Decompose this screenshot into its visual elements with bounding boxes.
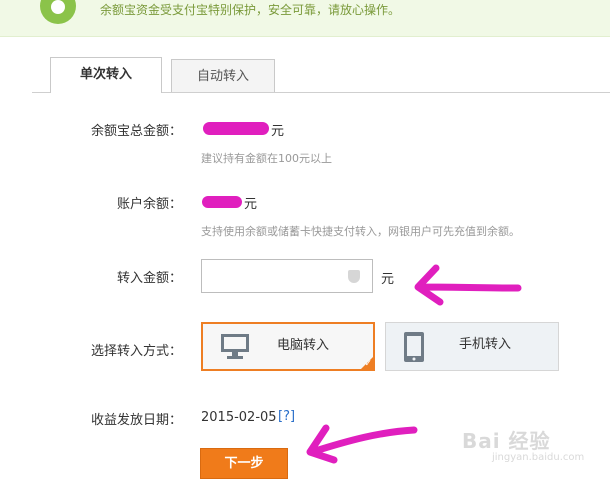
watermark-url: jingyan.baidu.com <box>492 452 585 463</box>
watermark-logo: Bai 经验 <box>462 429 551 453</box>
arrow-annotation-amount <box>414 264 522 306</box>
tab-single-transfer[interactable]: 单次转入 <box>50 57 162 93</box>
arrow-annotation-next <box>306 424 418 464</box>
